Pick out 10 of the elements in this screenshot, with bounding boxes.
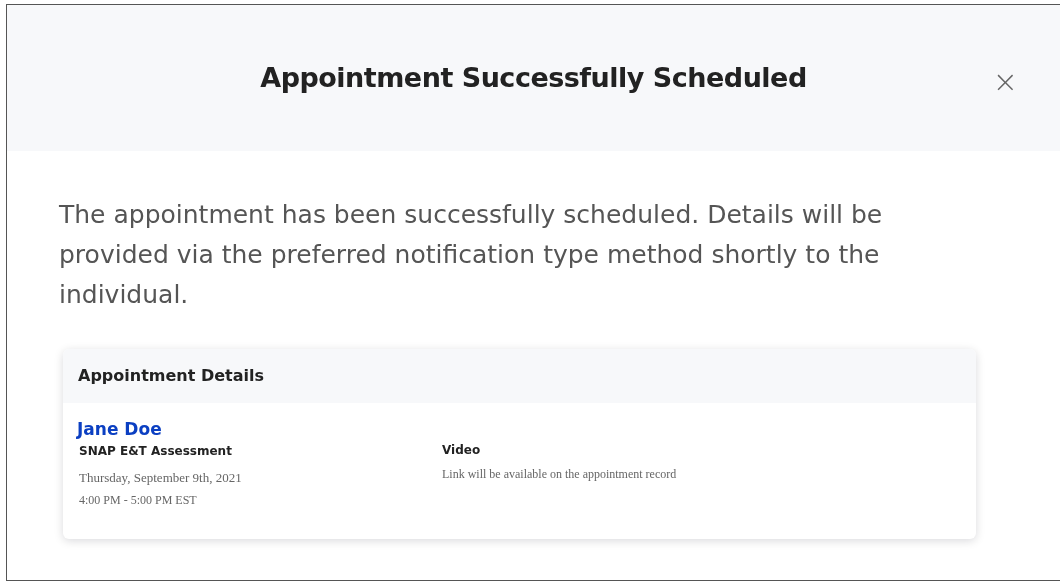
meeting-mode: Video — [442, 442, 482, 459]
close-button[interactable]: × — [992, 67, 1018, 97]
appointment-time: 4:00 PM - 5:00 PM EST — [79, 491, 198, 509]
meeting-note: Link will be available on the appointment record — [442, 466, 677, 483]
card-title: Appointment Details — [78, 365, 264, 387]
appointment-type: SNAP E&T Assessment — [79, 443, 233, 460]
confirmation-message: The appointment has been successfully scheduled. Details will be provided via the preferred notification type method shortly to the individual. — [59, 199, 884, 311]
client-name-link[interactable]: Jane Doe — [77, 419, 442, 439]
dialog-title: Appointment Successfully Scheduled — [260, 60, 807, 95]
appointment-date: Thursday, September 9th, 2021 — [79, 469, 243, 487]
